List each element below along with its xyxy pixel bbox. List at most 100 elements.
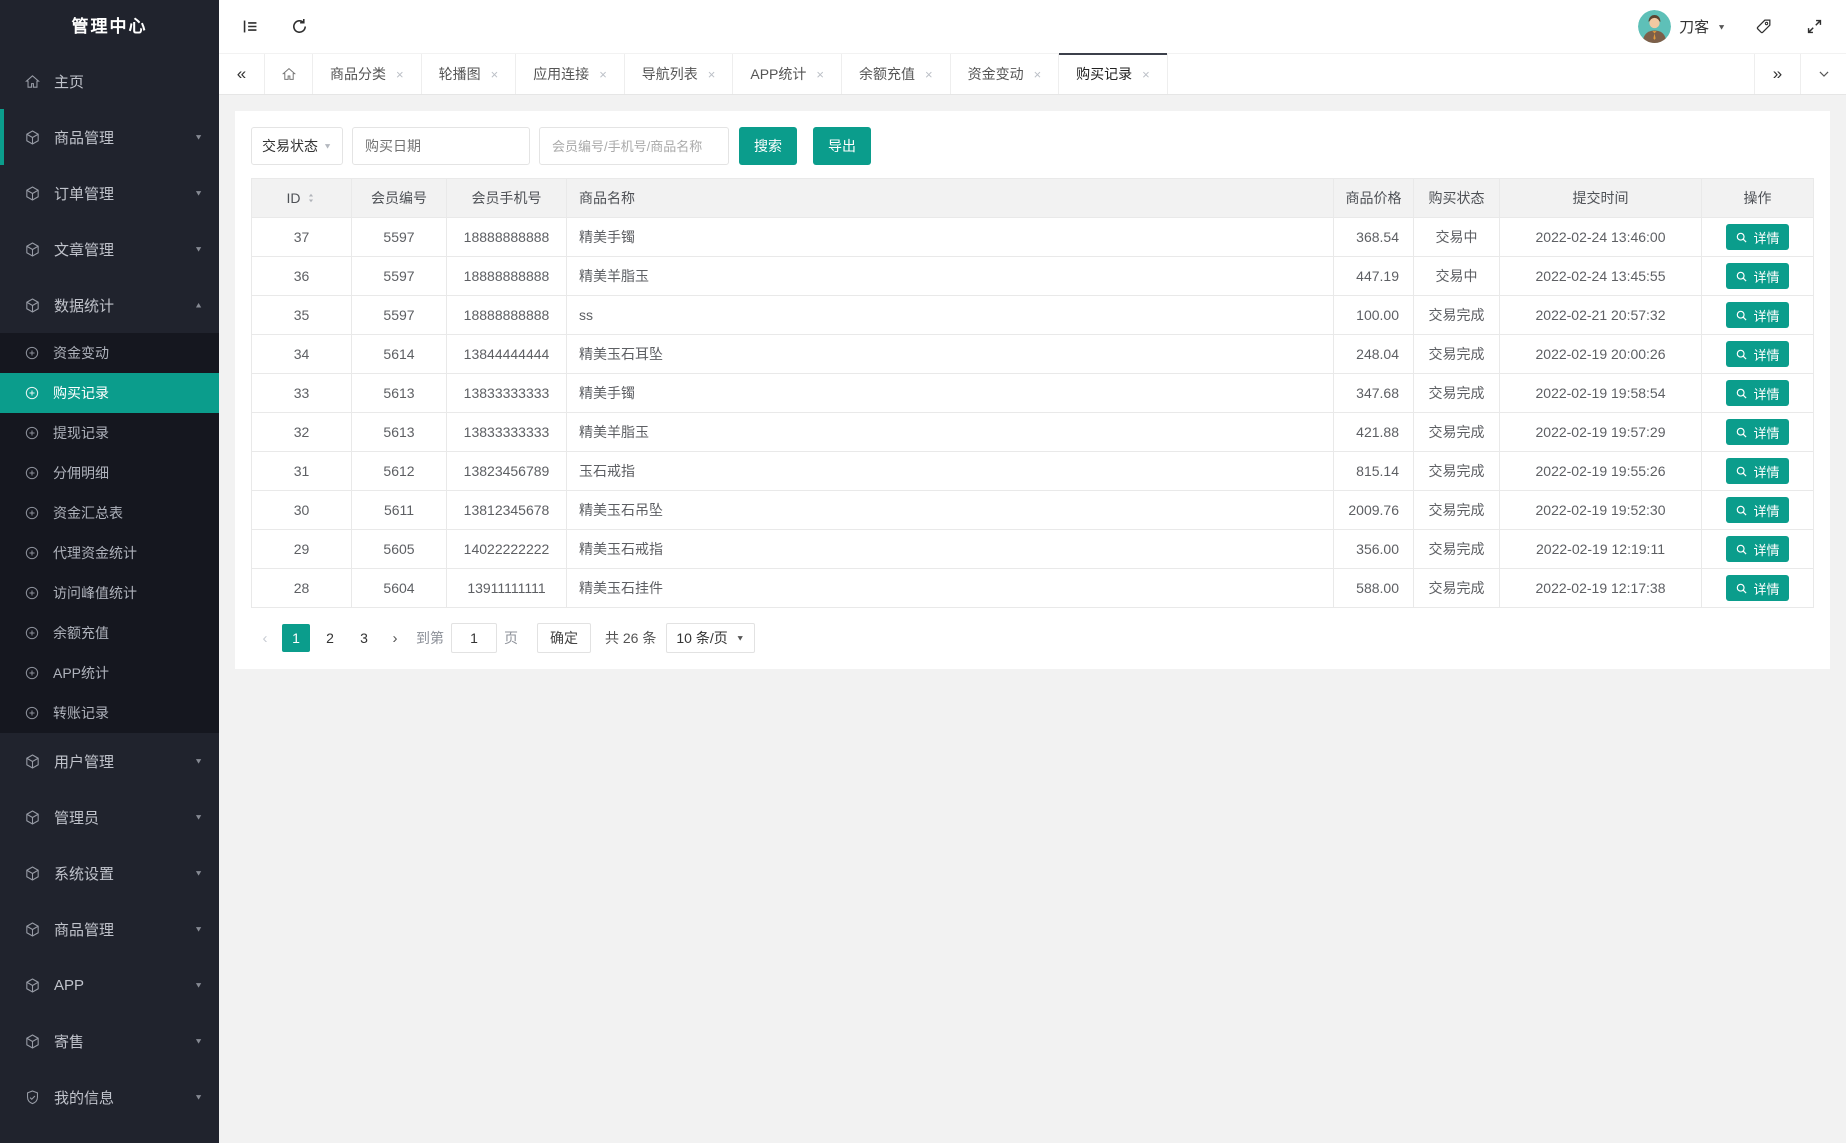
close-icon[interactable]: × [491, 67, 499, 82]
sidebar-item-peak-visit-stats[interactable]: 访问峰值统计 [0, 573, 219, 613]
header-id[interactable]: ID [251, 178, 352, 218]
sidebar-item-goods-management-2[interactable]: 商品管理 ▼ [0, 901, 219, 957]
detail-button[interactable]: 详情 [1726, 458, 1789, 484]
sidebar-item-system-settings[interactable]: 系统设置 ▼ [0, 845, 219, 901]
cell-id: 35 [251, 295, 352, 335]
cell-member-no: 5597 [351, 256, 447, 296]
sidebar-nav: 主页 商品管理 ▼ 订单管理 ▼ 文章管理 ▼ 数据统计 ▲ 资金变动 购买记录… [0, 53, 219, 1125]
tabs-scroll-right-button[interactable]: » [1754, 54, 1800, 94]
tab-goods-category[interactable]: 商品分类 × [313, 54, 422, 94]
tab-purchase-records[interactable]: 购买记录 × [1059, 53, 1168, 94]
sidebar-item-balance-recharge[interactable]: 余额充值 [0, 613, 219, 653]
export-button[interactable]: 导出 [813, 127, 871, 165]
search-button[interactable]: 搜索 [739, 127, 797, 165]
tab-nav-list[interactable]: 导航列表 × [625, 54, 734, 94]
purchase-records-table: ID 会员编号 会员手机号 商品名称 商品价格 购买状态 提交时间 操作 37 … [251, 178, 1814, 608]
sidebar-item-agent-fund-stats[interactable]: 代理资金统计 [0, 533, 219, 573]
sidebar-item-my-info[interactable]: 我的信息 ▼ [0, 1069, 219, 1125]
tabs-menu-button[interactable] [1800, 54, 1846, 94]
sidebar-item-label: 提现记录 [53, 425, 109, 441]
detail-button[interactable]: 详情 [1726, 419, 1789, 445]
detail-button[interactable]: 详情 [1726, 263, 1789, 289]
tab-balance-recharge[interactable]: 余额充值 × [842, 54, 951, 94]
detail-button[interactable]: 详情 [1726, 341, 1789, 367]
cell-time: 2022-02-21 20:57:32 [1499, 295, 1702, 335]
tab-carousel[interactable]: 轮播图 × [422, 54, 517, 94]
table-row: 31 5612 13823456789 玉石戒指 815.14 交易完成 202… [251, 451, 1814, 491]
chevron-down-icon: ▼ [194, 132, 203, 142]
tabs-scroll-left-button[interactable]: « [219, 54, 265, 94]
sidebar-item-withdrawal-records[interactable]: 提现记录 [0, 413, 219, 453]
table-row: 33 5613 13833333333 精美手镯 347.68 交易完成 202… [251, 373, 1814, 413]
tab-home[interactable] [265, 54, 313, 94]
cell-phone: 13812345678 [446, 490, 567, 530]
tab-label: 余额充值 [858, 66, 915, 82]
tab-label: APP统计 [750, 66, 807, 82]
sidebar-item-fund-changes[interactable]: 资金变动 [0, 333, 219, 373]
cell-member-no: 5604 [351, 568, 447, 608]
cell-time: 2022-02-19 19:55:26 [1499, 451, 1702, 491]
tab-fund-changes[interactable]: 资金变动 × [951, 54, 1060, 94]
sidebar-item-app[interactable]: APP ▼ [0, 957, 219, 1013]
magnifier-icon [1735, 465, 1748, 478]
collapse-menu-icon[interactable] [241, 17, 260, 36]
tab-app-links[interactable]: 应用连接 × [516, 54, 625, 94]
sidebar-item-fund-summary[interactable]: 资金汇总表 [0, 493, 219, 533]
user-menu[interactable]: 刀客 ▼ [1638, 10, 1726, 43]
close-icon[interactable]: × [816, 67, 824, 82]
cell-price: 588.00 [1333, 568, 1414, 608]
tag-icon[interactable] [1754, 17, 1773, 36]
close-icon[interactable]: × [1142, 67, 1150, 82]
sidebar-item-transfer-records[interactable]: 转账记录 [0, 693, 219, 733]
page-button-3[interactable]: 3 [350, 624, 378, 652]
close-icon[interactable]: × [708, 67, 716, 82]
sort-icon[interactable] [305, 192, 317, 204]
prev-page-button[interactable]: ‹ [251, 623, 279, 653]
sidebar-item-purchase-records[interactable]: 购买记录 [0, 373, 219, 413]
sidebar-item-commission-details[interactable]: 分佣明细 [0, 453, 219, 493]
sidebar: 管理中心 主页 商品管理 ▼ 订单管理 ▼ 文章管理 ▼ 数据统计 ▲ 资金变动… [0, 0, 219, 1143]
chevron-down-icon: ▼ [194, 980, 203, 990]
sidebar-item-label: 分佣明细 [53, 465, 109, 481]
trade-status-select[interactable]: 交易状态 ▼ [251, 127, 343, 165]
sidebar-item-app-stats[interactable]: APP统计 [0, 653, 219, 693]
cell-id: 29 [251, 529, 352, 569]
detail-button[interactable]: 详情 [1726, 575, 1789, 601]
cell-time: 2022-02-19 20:00:26 [1499, 334, 1702, 374]
fullscreen-icon[interactable] [1805, 17, 1824, 36]
sidebar-item-goods-management[interactable]: 商品管理 ▼ [0, 109, 219, 165]
sidebar-item-order-management[interactable]: 订单管理 ▼ [0, 165, 219, 221]
cell-id: 31 [251, 451, 352, 491]
sidebar-item-home[interactable]: 主页 [0, 53, 219, 109]
close-icon[interactable]: × [599, 67, 607, 82]
header-phone: 会员手机号 [446, 178, 567, 218]
purchase-date-input[interactable] [352, 127, 530, 165]
filter-bar: 交易状态 ▼ 搜索 导出 [251, 127, 1814, 165]
detail-button[interactable]: 详情 [1726, 224, 1789, 250]
sidebar-item-user-management[interactable]: 用户管理 ▼ [0, 733, 219, 789]
close-icon[interactable]: × [925, 67, 933, 82]
close-icon[interactable]: × [1034, 67, 1042, 82]
refresh-icon[interactable] [290, 17, 309, 36]
goto-page-input[interactable] [451, 623, 497, 653]
page-button-2[interactable]: 2 [316, 624, 344, 652]
cell-status: 交易完成 [1413, 334, 1500, 374]
close-icon[interactable]: × [396, 67, 404, 82]
sidebar-item-data-statistics[interactable]: 数据统计 ▲ [0, 277, 219, 333]
sidebar-item-article-management[interactable]: 文章管理 ▼ [0, 221, 219, 277]
cube-icon [24, 129, 41, 146]
tab-app-stats[interactable]: APP统计 × [733, 54, 842, 94]
detail-button[interactable]: 详情 [1726, 497, 1789, 523]
detail-button[interactable]: 详情 [1726, 380, 1789, 406]
detail-button[interactable]: 详情 [1726, 302, 1789, 328]
table-row: 36 5597 18888888888 精美羊脂玉 447.19 交易中 202… [251, 256, 1814, 296]
sidebar-item-administrators[interactable]: 管理员 ▼ [0, 789, 219, 845]
sidebar-item-label: 代理资金统计 [53, 545, 137, 561]
sidebar-item-consignment[interactable]: 寄售 ▼ [0, 1013, 219, 1069]
next-page-button[interactable]: › [381, 623, 409, 653]
search-input[interactable] [539, 127, 729, 165]
detail-button[interactable]: 详情 [1726, 536, 1789, 562]
page-button-1[interactable]: 1 [282, 624, 310, 652]
confirm-button[interactable]: 确定 [537, 623, 591, 653]
page-size-select[interactable]: 10 条/页 ▼ [666, 623, 755, 653]
